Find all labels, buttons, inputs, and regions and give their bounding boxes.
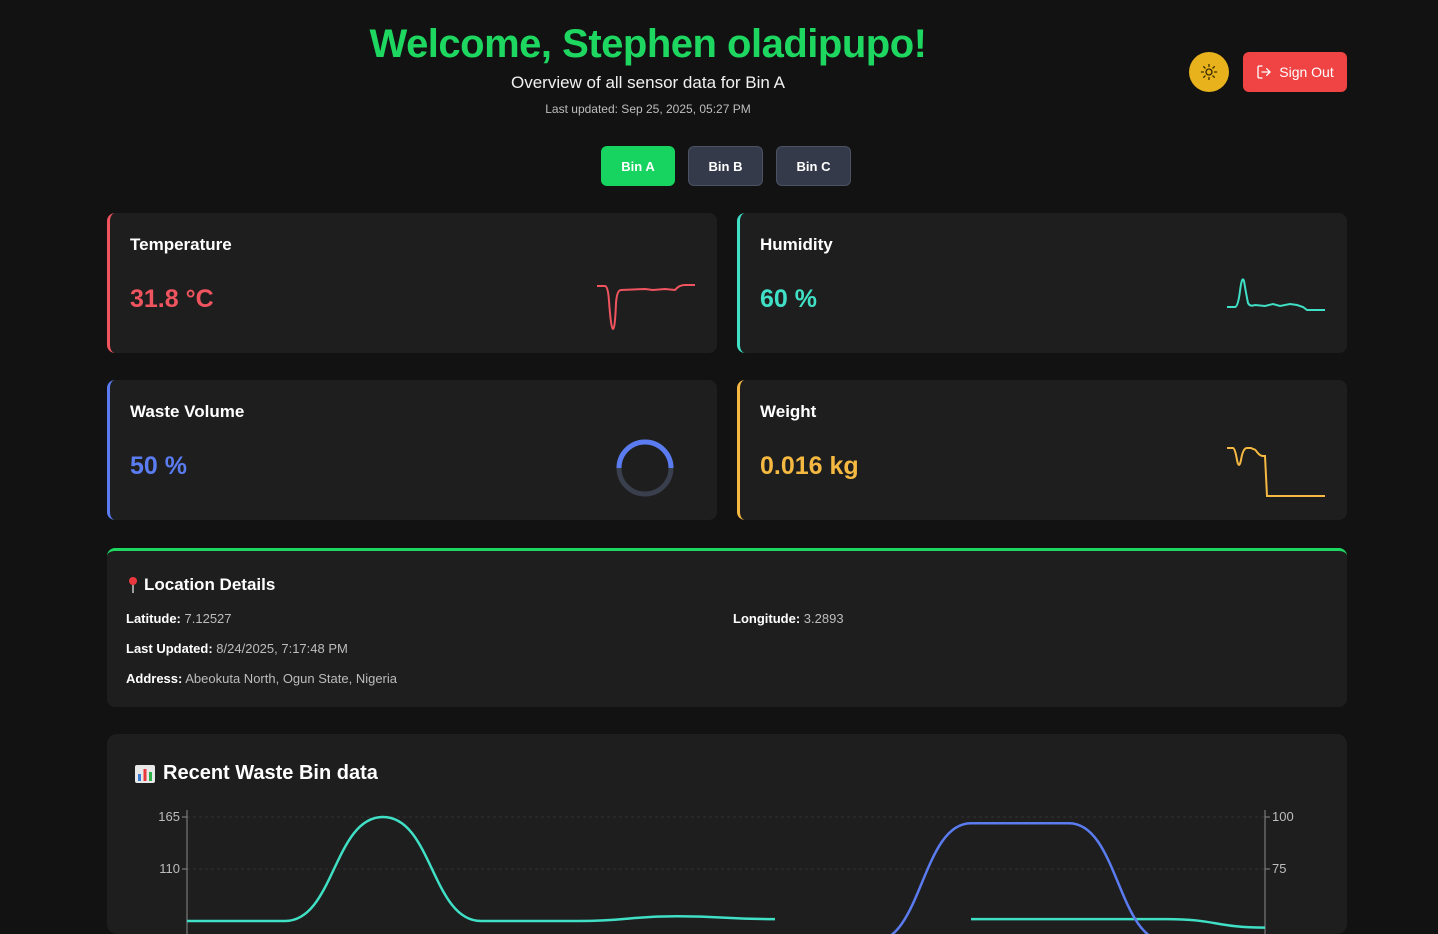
pin-icon [129,577,137,593]
location-title: Location Details [126,575,275,595]
card-title: Weight [760,402,817,421]
sign-out-icon [1257,65,1271,79]
y-right-tick-label: 100 [1272,809,1294,824]
longitude-label: Longitude: [733,611,801,626]
page-subtitle: Overview of all sensor data for Bin A [510,73,786,92]
y-left-tick-label: 165 [158,809,180,824]
last-updated-text: Last updated: Sep 25, 2025, 05:27 PM [545,102,751,116]
humidity-value: 60 % [760,285,817,313]
temperature-sparkline [597,284,695,331]
recent-data-chart: 165 110 100 75 [158,809,1294,934]
y-right-tick-label: 75 [1272,861,1286,876]
location-details-card: Location Details Latitude: 7.12527 Longi… [107,548,1347,707]
series-line-2 [890,821,1150,934]
waste-volume-value: 50 % [130,452,187,480]
tab-bin-b[interactable]: Bin B [688,146,763,186]
longitude-value: 3.2893 [803,611,844,626]
humidity-card: Humidity 60 % [737,213,1347,353]
tab-bin-c[interactable]: Bin C [776,146,851,186]
tab-bin-a[interactable]: Bin A [601,146,675,186]
temperature-value: 31.8 °C [130,285,214,313]
latitude-row: Latitude: 7.12527 [126,611,232,626]
address-value: Abeokuta North, Ogun State, Nigeria [185,671,397,686]
weight-value: 0.016 kg [760,452,859,480]
location-updated-row: Last Updated: 8/24/2025, 7:17:48 PM [126,641,348,656]
card-title: Temperature [130,235,232,254]
humidity-sparkline [1227,278,1325,311]
temperature-card: Temperature 31.8 °C [107,213,717,353]
sign-out-label: Sign Out [1279,64,1334,80]
location-title-text: Location Details [144,575,276,594]
waste-volume-card: Waste Volume 50 % [107,380,717,520]
card-title: Waste Volume [130,402,245,421]
welcome-title: Welcome, Stephen oladipupo! [369,22,927,66]
address-label: Address: [126,671,183,686]
sun-icon [1200,63,1218,81]
waste-volume-gauge [616,439,674,497]
latitude-label: Latitude: [126,611,181,626]
address-row: Address: Abeokuta North, Ogun State, Nig… [126,671,397,686]
recent-data-card: Recent Waste Bin data 165 110 100 75 [107,734,1347,934]
latitude-value: 7.12527 [184,611,232,626]
sign-out-button[interactable]: Sign Out [1243,52,1347,92]
location-updated-label: Last Updated: [126,641,213,656]
longitude-row: Longitude: 3.2893 [733,611,844,626]
weight-sparkline [1227,447,1325,497]
theme-toggle-button[interactable] [1189,52,1229,92]
bin-selector: Bin A Bin B Bin C [601,146,851,186]
weight-card: Weight 0.016 kg [737,380,1347,520]
card-title: Humidity [760,235,833,254]
series-line-1 [971,917,1266,929]
location-updated-value: 8/24/2025, 7:17:48 PM [216,641,348,656]
y-left-tick-label: 110 [159,861,180,876]
